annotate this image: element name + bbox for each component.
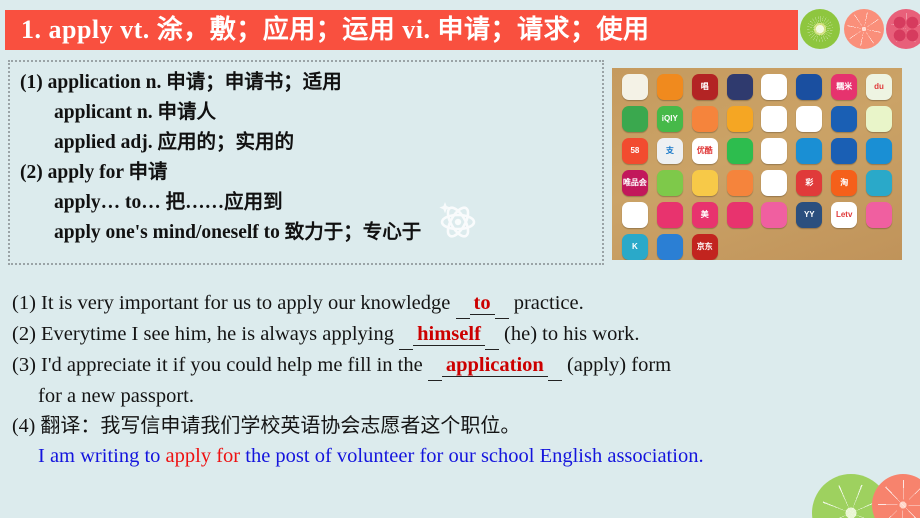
definition-line: applied adj. 应用的；实用的	[54, 132, 294, 153]
cai-lottery-icon: 彩	[796, 170, 823, 196]
translation-answer: I am writing to apply for the post of vo…	[12, 441, 912, 471]
answer-part-1: I am writing to	[38, 445, 166, 467]
definition-line: applicant n. 申请人	[54, 102, 216, 123]
video-play-icon	[761, 170, 788, 196]
definition-line: apply… to… 把……应用到	[54, 192, 283, 213]
app-icon-image: 唱 糯米 du iQIY 58 支优酷唯品会 彩淘美 YY Letv K 京东	[612, 68, 902, 260]
wechat-icon	[656, 170, 683, 196]
answer-part-2: the post of volunteer for our school Eng…	[240, 445, 704, 467]
star-icon	[656, 234, 683, 260]
exercise-text-before: Everytime I see him, he is always applyi…	[35, 323, 400, 345]
meipai-icon	[656, 202, 683, 228]
yy-live-icon: YY	[796, 202, 823, 228]
exercise-number: (1)	[12, 292, 36, 314]
slide-root: 1. apply vt. 涂，敷；应用；运用 vi. 申请；请求；使用 (1) …	[0, 0, 920, 518]
ifeng-icon	[621, 106, 648, 132]
wandoujia-icon	[726, 138, 753, 164]
ucweb-icon	[831, 106, 858, 132]
blank-underline	[547, 358, 562, 381]
exercise-number: (3)	[12, 354, 36, 376]
definition-line: apply one's mind/oneself to 致力于；专心于	[54, 222, 422, 243]
grapefruit-slice-icon	[872, 474, 920, 518]
exercise-item-1: (1) It is very important for us to apply…	[12, 288, 912, 319]
baidu-nuomi-map-icon: du	[866, 74, 893, 100]
momo-icon	[726, 170, 753, 196]
letv-icon: Letv	[831, 202, 858, 228]
exercise-text-before: It is very important for us to apply our…	[35, 292, 456, 314]
jd-icon: 京东	[691, 234, 718, 260]
douban-movie-icon	[726, 74, 753, 100]
kugou-music-icon	[761, 106, 788, 132]
blank-underline	[427, 358, 442, 381]
video-camera-icon	[726, 202, 753, 228]
answer-highlight: apply for	[165, 445, 241, 467]
meiyan-icon: 美	[691, 202, 718, 228]
blank-underline	[494, 296, 509, 319]
taobao-icon: 淘	[831, 170, 858, 196]
exercise-answer: himself	[413, 323, 485, 346]
kiwi-slice-icon	[800, 9, 840, 49]
title-banner: 1. apply vt. 涂，敷；应用；运用 vi. 申请；请求；使用	[5, 10, 798, 50]
pptv-icon	[796, 74, 823, 100]
exercise-text-after: (apply) form	[561, 354, 672, 376]
exercise-number: (2)	[12, 323, 36, 345]
exercise-answer: application	[441, 354, 548, 377]
blank-underline	[484, 327, 499, 350]
translation-prompt: (4) 翻译：我写信申请我们学校英语协会志愿者这个职位。	[12, 415, 521, 437]
camel-icon	[866, 170, 893, 196]
definition-box: (1) application n. 申请；申请书；适用 applicant n…	[8, 60, 604, 265]
app-icon-grid: 唱 糯米 du iQIY 58 支优酷唯品会 彩淘美 YY Letv K 京东	[618, 74, 896, 260]
lime-slice-icon	[812, 474, 890, 518]
definition-line: (2) apply for 申请	[20, 162, 168, 183]
cloud-icon	[761, 202, 788, 228]
iqiyi-icon: iQIY	[656, 106, 683, 132]
exercise-item-3: (3) I'd appreciate it if you could help …	[12, 350, 912, 381]
alipay-icon: 支	[656, 138, 683, 164]
exercise-text-after: practice.	[508, 292, 584, 314]
vipshop-icon: 唯品会	[621, 170, 648, 196]
definition-line: (1) application n. 申请；申请书；适用	[20, 72, 342, 93]
google-play-icon	[761, 138, 788, 164]
baidu-cloud-icon	[761, 74, 788, 100]
baidu-map-icon	[621, 74, 648, 100]
sports-icon	[656, 74, 683, 100]
kugou-k-icon: K	[621, 234, 648, 260]
wallet-icon	[866, 106, 893, 132]
beauty-cam-icon	[866, 202, 893, 228]
bilibili-icon	[621, 202, 648, 228]
exercise-answer: to	[469, 292, 495, 315]
sogou-icon	[691, 106, 718, 132]
blank-underline	[455, 296, 470, 319]
page-title: 1. apply vt. 涂，敷；应用；运用 vi. 申请；请求；使用	[21, 15, 650, 44]
exercise-continuation: for a new passport.	[38, 385, 194, 407]
top-fruit-decor	[800, 9, 920, 51]
weibo-icon	[691, 170, 718, 196]
exercise-list: (1) It is very important for us to apply…	[12, 288, 912, 471]
nuomi-icon: 糯米	[831, 74, 858, 100]
mgtv-icon	[866, 138, 893, 164]
exercise-item-2: (2) Everytime I see him, he is always ap…	[12, 319, 912, 350]
exercise-text-after: (he) to his work.	[498, 323, 640, 345]
mail-icon	[726, 106, 753, 132]
changba-icon: 唱	[691, 74, 718, 100]
youku-icon: 优酷	[691, 138, 718, 164]
grapefruit-slice-icon	[844, 9, 884, 49]
blank-underline	[399, 327, 414, 350]
pomegranate-slice-icon	[886, 9, 920, 49]
qq-icon	[796, 106, 823, 132]
exercise-text-before: I'd appreciate it if you could help me f…	[35, 354, 428, 376]
funshion-icon	[796, 138, 823, 164]
tongcheng58-icon: 58	[621, 138, 648, 164]
ctrip-icon	[831, 138, 858, 164]
